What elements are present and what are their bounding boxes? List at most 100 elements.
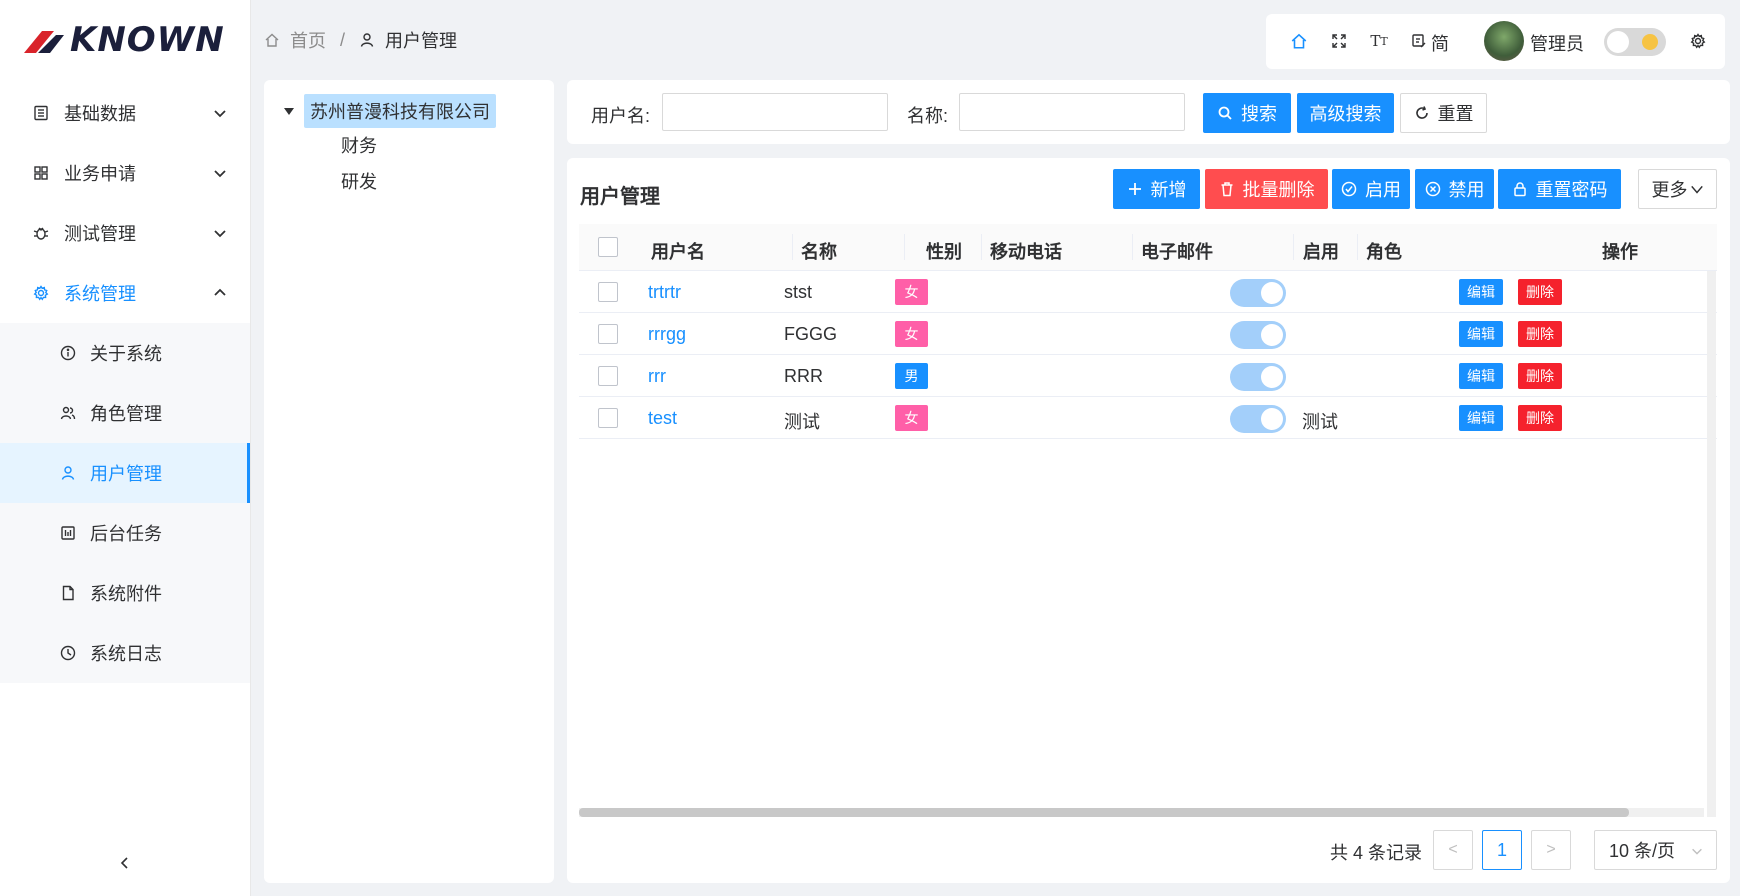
enable-button[interactable]: 启用 (1332, 169, 1410, 209)
more-button[interactable]: 更多 (1638, 169, 1717, 209)
name-input[interactable] (959, 93, 1185, 131)
username-link[interactable]: rrrgg (648, 324, 686, 345)
clock-icon (60, 645, 76, 661)
delete-button[interactable]: 删除 (1518, 321, 1562, 347)
add-button[interactable]: 新增 (1113, 169, 1200, 209)
delete-button[interactable]: 删除 (1518, 363, 1562, 389)
batch-delete-button[interactable]: 批量删除 (1205, 169, 1328, 209)
avatar[interactable] (1484, 21, 1524, 61)
prev-page-button[interactable]: < (1433, 830, 1473, 870)
breadcrumb-home[interactable]: 首页 (264, 27, 326, 53)
breadcrumb-current: 用户管理 (359, 27, 457, 53)
reset-button[interactable]: 重置 (1400, 93, 1487, 133)
home-icon[interactable] (1290, 32, 1308, 50)
username-input[interactable] (662, 93, 888, 131)
disable-button[interactable]: 禁用 (1415, 169, 1494, 209)
settings-icon[interactable] (1689, 32, 1707, 50)
page-size-select[interactable]: 10 条/页 (1594, 830, 1717, 870)
breadcrumb-separator: / (340, 29, 346, 50)
username-label[interactable]: 管理员 (1530, 30, 1584, 56)
file-icon (60, 585, 76, 601)
delete-button[interactable]: 删除 (1518, 279, 1562, 305)
tree-node-root[interactable]: 苏州普漫科技有限公司 (284, 94, 496, 128)
edit-button[interactable]: 编辑 (1459, 363, 1503, 389)
enabled-switch[interactable] (1230, 363, 1286, 391)
select-all-checkbox[interactable] (598, 237, 618, 257)
column-header-role[interactable]: 角色 (1366, 238, 1402, 264)
sidebar-item-label: 系统附件 (90, 584, 162, 604)
tree-node-child[interactable]: 研发 (341, 168, 377, 194)
username-link[interactable]: trtrtr (648, 282, 681, 303)
page-number-button[interactable]: 1 (1482, 830, 1522, 870)
theme-toggle[interactable] (1604, 28, 1666, 56)
plus-icon (1127, 181, 1143, 197)
advanced-search-button[interactable]: 高级搜索 (1297, 93, 1394, 133)
sidebar-item-logs[interactable]: 系统日志 (0, 623, 250, 683)
horizontal-scrollbar[interactable] (579, 808, 1704, 817)
sidebar: KNOWN 基础数据 业务申请 测试管理 系统管理 关于系统 角色管理 用户管理… (0, 0, 251, 896)
advanced-search-label: 高级搜索 (1309, 104, 1382, 124)
column-divider (1132, 234, 1133, 260)
bug-icon (32, 224, 50, 242)
collapse-sidebar-icon[interactable] (116, 854, 134, 872)
chevron-down-icon (214, 110, 226, 118)
row-checkbox[interactable] (598, 366, 618, 386)
column-header-enabled[interactable]: 启用 (1303, 238, 1339, 264)
sidebar-item-attachments[interactable]: 系统附件 (0, 563, 250, 623)
submenu-system: 关于系统 角色管理 用户管理 后台任务 系统附件 系统日志 (0, 323, 250, 683)
table-row: trtrtr stst 女 编辑 删除 (579, 271, 1717, 313)
name-cell: FGGG (784, 324, 837, 344)
toggle-knob (1607, 31, 1629, 53)
column-header-username[interactable]: 用户名 (651, 238, 705, 264)
lock-icon (1512, 181, 1528, 197)
sidebar-item-roles[interactable]: 角色管理 (0, 383, 250, 443)
column-divider (792, 234, 793, 260)
font-size-icon[interactable]: TT (1370, 32, 1388, 50)
column-header-phone[interactable]: 移动电话 (990, 238, 1062, 264)
table-row: rrrgg FGGG 女 编辑 删除 (579, 313, 1717, 355)
vertical-scrollbar[interactable] (1707, 271, 1716, 817)
edit-button[interactable]: 编辑 (1459, 321, 1503, 347)
chevron-down-icon (214, 170, 226, 178)
refresh-icon (1414, 105, 1430, 121)
translate-icon[interactable] (1410, 32, 1428, 50)
edit-button[interactable]: 编辑 (1459, 279, 1503, 305)
enabled-switch[interactable] (1230, 405, 1286, 433)
menu-group-basic-data[interactable]: 基础数据 (0, 83, 250, 143)
column-header-gender[interactable]: 性别 (926, 238, 962, 264)
menu-group-system-management[interactable]: 系统管理 (0, 263, 250, 323)
column-header-email[interactable]: 电子邮件 (1141, 238, 1213, 264)
menu-group-test-management[interactable]: 测试管理 (0, 203, 250, 263)
sidebar-item-about[interactable]: 关于系统 (0, 323, 250, 383)
scrollbar-thumb[interactable] (579, 808, 1629, 817)
org-tree-panel: 苏州普漫科技有限公司 财务 研发 (264, 80, 554, 883)
more-button-label: 更多 (1651, 180, 1688, 200)
username-link[interactable]: test (648, 408, 677, 429)
tree-node-label[interactable]: 苏州普漫科技有限公司 (304, 94, 496, 128)
row-checkbox[interactable] (598, 282, 618, 302)
info-icon (60, 345, 76, 361)
search-button[interactable]: 搜索 (1203, 93, 1291, 133)
edit-button[interactable]: 编辑 (1459, 405, 1503, 431)
page-size-value: 10 条/页 (1609, 841, 1676, 861)
username-label: 用户名: (591, 106, 651, 126)
sidebar-item-users[interactable]: 用户管理 (0, 443, 250, 503)
tree-node-child[interactable]: 财务 (341, 132, 377, 158)
language-label[interactable]: 简 (1431, 30, 1449, 56)
table-row: rrr RRR 男 编辑 删除 (579, 355, 1717, 397)
add-button-label: 新增 (1150, 180, 1187, 200)
delete-button[interactable]: 删除 (1518, 405, 1562, 431)
row-checkbox[interactable] (598, 408, 618, 428)
enabled-switch[interactable] (1230, 321, 1286, 349)
menu-group-business-apply[interactable]: 业务申请 (0, 143, 250, 203)
next-page-button[interactable]: > (1531, 830, 1571, 870)
username-link[interactable]: rrr (648, 366, 666, 387)
table-header: 用户名 名称 性别 移动电话 电子邮件 启用 角色 操作 (579, 224, 1717, 271)
enabled-switch[interactable] (1230, 279, 1286, 307)
caret-down-icon[interactable] (284, 107, 294, 115)
column-header-name[interactable]: 名称 (801, 238, 837, 264)
row-checkbox[interactable] (598, 324, 618, 344)
sidebar-item-background-tasks[interactable]: 后台任务 (0, 503, 250, 563)
fullscreen-icon[interactable] (1330, 32, 1348, 50)
reset-password-button[interactable]: 重置密码 (1498, 169, 1621, 209)
